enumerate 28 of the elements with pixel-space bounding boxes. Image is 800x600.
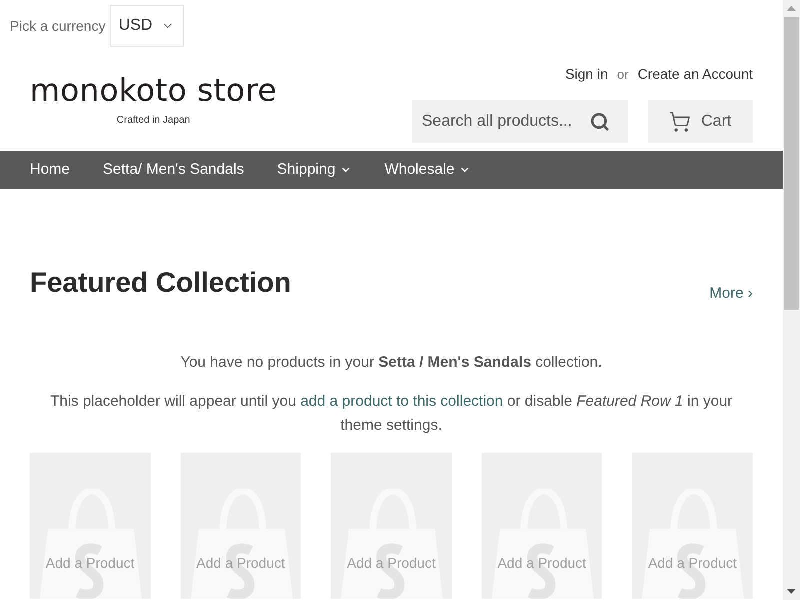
scroll-down-icon[interactable] xyxy=(787,589,796,594)
nav-link[interactable]: Shipping xyxy=(277,158,352,182)
cart-button[interactable]: Cart xyxy=(648,100,753,143)
store-logo[interactable]: monokoto store xyxy=(30,73,278,109)
cart-icon xyxy=(669,110,692,132)
placeholder-label: Add a Product xyxy=(647,554,738,572)
placeholder-label: Add a Product xyxy=(496,554,588,572)
more-link[interactable]: More › xyxy=(710,285,753,303)
logo-tagline: Crafted in Japan xyxy=(116,115,190,127)
currency-select[interactable]: USD xyxy=(110,5,184,47)
placeholder-label: Add a Product xyxy=(44,554,136,572)
nav-link[interactable]: Home xyxy=(30,158,70,182)
scrollbar-thumb[interactable] xyxy=(784,17,799,310)
sign-in-link[interactable]: Sign in xyxy=(565,64,608,85)
currency-label: Pick a currency xyxy=(10,16,106,36)
search-field[interactable]: Search all products... xyxy=(412,100,590,143)
add-product-link[interactable]: add a product to this collection xyxy=(300,393,504,410)
separator-text: or xyxy=(617,66,629,84)
create-account-link[interactable]: Create an Account xyxy=(638,64,753,85)
placeholder-label: Add a Product xyxy=(346,554,437,572)
search-button[interactable] xyxy=(590,100,628,143)
nav-link[interactable]: Wholesale xyxy=(384,158,471,182)
section-title: Featured Collection xyxy=(30,267,292,299)
placeholder-label: Add a Product xyxy=(196,554,286,572)
placeholder-notice: This placeholder will appear until you add a product to this collection or disable Featured Row 1 in your theme settings. xyxy=(49,392,734,436)
search-icon xyxy=(590,112,610,132)
nav-link[interactable]: Setta/ Men's Sandals xyxy=(103,158,244,182)
empty-collection-message: You have no products in your Setta / Men's Sandals collection. xyxy=(180,353,604,373)
